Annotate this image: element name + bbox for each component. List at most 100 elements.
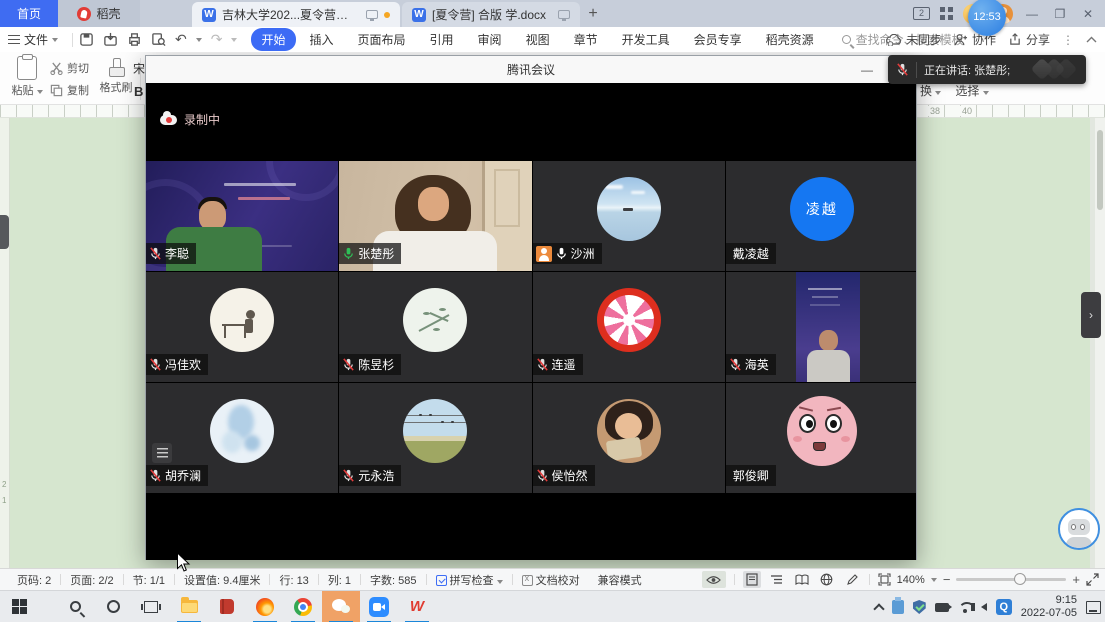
more-menu-icon[interactable]: ⋮ (1062, 33, 1074, 47)
meeting-title-bar[interactable]: 腾讯会议 — □ (146, 56, 916, 83)
security-shield-tray-icon[interactable] (913, 600, 926, 614)
status-item[interactable]: 列: 1 (319, 572, 360, 588)
volume-tray-icon[interactable] (981, 603, 987, 611)
participant-tile-连遥[interactable]: 连遥 (533, 272, 725, 382)
chrome-button[interactable] (284, 591, 322, 622)
zoom-slider[interactable] (956, 578, 1066, 581)
zoom-in-button[interactable]: + (1072, 572, 1080, 587)
zoom-slider-thumb[interactable] (1014, 573, 1026, 585)
pen-view-button[interactable] (843, 571, 861, 588)
ribbon-tab-开始[interactable]: 开始 (251, 28, 295, 51)
ribbon-tab-审阅[interactable]: 审阅 (468, 28, 512, 51)
file-explorer-button[interactable] (170, 591, 208, 622)
print-icon[interactable] (127, 32, 142, 47)
ribbon-tab-开发工具[interactable]: 开发工具 (612, 28, 680, 51)
select-button[interactable]: 选择 (955, 82, 988, 99)
tray-expand-button[interactable] (875, 602, 883, 613)
wps-button[interactable]: W (398, 591, 436, 622)
ribbon-tab-页面布局[interactable]: 页面布局 (348, 28, 416, 51)
firefox-button[interactable] (246, 591, 284, 622)
ribbon-tab-稻壳资源[interactable]: 稻壳资源 (756, 28, 824, 51)
participant-tile-元永浩[interactable]: 元永浩 (339, 383, 531, 493)
taskbar-search-button[interactable] (56, 591, 94, 622)
convert-button[interactable]: 换 (920, 82, 941, 99)
zoom-out-button[interactable]: − (943, 572, 951, 587)
camera-tray-icon[interactable] (935, 603, 949, 612)
start-button[interactable] (0, 591, 38, 622)
ribbon-tab-章节[interactable]: 章节 (564, 28, 608, 51)
collapse-ribbon-icon[interactable] (1086, 36, 1097, 43)
zoom-caret-icon[interactable] (931, 578, 937, 582)
paste-button[interactable]: 粘贴 (10, 56, 44, 98)
ribbon-tab-视图[interactable]: 视图 (516, 28, 560, 51)
tencent-meeting-button[interactable] (360, 591, 398, 622)
tab-list-icon[interactable]: 2 (913, 7, 930, 20)
fit-page-icon[interactable] (878, 573, 891, 586)
left-panel-flyout[interactable] (0, 215, 9, 249)
participant-tile-海英[interactable]: 海英 (726, 272, 916, 382)
status-item[interactable]: 页码: 2 (8, 572, 60, 588)
restore-button[interactable]: ❐ (1051, 7, 1069, 21)
participant-tile-郭俊卿[interactable]: 郭俊卿 (726, 383, 916, 493)
ribbon-tab-引用[interactable]: 引用 (420, 28, 464, 51)
usb-tray-icon[interactable] (892, 600, 904, 614)
zoom-value[interactable]: 140% (897, 574, 925, 586)
book-view-button[interactable] (793, 571, 811, 588)
cortana-button[interactable] (94, 591, 132, 622)
new-tab-button[interactable]: + (580, 0, 606, 27)
participant-tile-沙洲[interactable]: 沙洲 (533, 161, 725, 271)
participant-tile-戴凌越[interactable]: 凌越戴凌越 (726, 161, 916, 271)
participant-tile-胡乔澜[interactable]: 胡乔澜 (146, 383, 338, 493)
eye-protection-toggle[interactable] (702, 571, 726, 588)
participant-tile-陈昱杉[interactable]: 陈昱杉 (339, 272, 531, 382)
participant-tile-冯佳欢[interactable]: 冯佳欢 (146, 272, 338, 382)
list-icon[interactable] (152, 443, 172, 463)
wechat-button-active[interactable] (322, 591, 360, 622)
document-tab[interactable]: W [夏令营] 合版 学.docx (402, 2, 580, 27)
ribbon-tab-会员专享[interactable]: 会员专享 (684, 28, 752, 51)
share-button[interactable]: 分享 (1008, 31, 1050, 48)
undo-icon[interactable]: ↶ (175, 31, 187, 48)
dooke-tab[interactable]: 稻壳 (58, 0, 140, 27)
status-item[interactable]: 页面: 2/2 (61, 572, 122, 588)
meeting-sidebar-flyout[interactable]: › (1081, 292, 1101, 338)
participant-tile-侯怡然[interactable]: 侯怡然 (533, 383, 725, 493)
outline-view-button[interactable] (768, 571, 786, 588)
meeting-minimize-button[interactable]: — (854, 56, 880, 83)
undo-caret-icon[interactable] (196, 38, 202, 42)
save-icon[interactable] (79, 32, 94, 47)
wps-assistant-robot-icon[interactable] (1058, 508, 1100, 550)
status-item[interactable]: 字数: 585 (361, 572, 425, 588)
proofread-button[interactable]: 文档校对 (513, 572, 589, 588)
document-tab-active[interactable]: W 吉林大学202...夏令营录取名单 (192, 2, 400, 27)
web-view-button[interactable] (818, 571, 836, 588)
fullscreen-icon[interactable] (1086, 573, 1099, 586)
task-view-button[interactable] (132, 591, 170, 622)
taskbar-clock[interactable]: 9:15 2022-07-05 (1021, 594, 1077, 620)
print-preview-icon[interactable] (151, 32, 166, 47)
export-icon[interactable] (103, 32, 118, 47)
apps-grid-icon[interactable] (940, 7, 953, 20)
redo-icon[interactable]: ↷ (211, 31, 223, 48)
wifi-tray-icon[interactable] (958, 602, 972, 613)
sync-status-button[interactable]: 未同步 (886, 31, 942, 48)
cut-button[interactable]: 剪切 (50, 60, 89, 76)
status-item[interactable]: 节: 1/1 (124, 572, 174, 588)
more-quick-icon[interactable] (231, 38, 237, 42)
participant-tile-张楚彤[interactable]: 张楚彤 (339, 161, 531, 271)
close-button[interactable]: ✕ (1079, 7, 1097, 21)
home-tab[interactable]: 首页 (0, 0, 58, 27)
ribbon-tab-插入[interactable]: 插入 (300, 28, 344, 51)
copy-button[interactable]: 复制 (50, 82, 89, 98)
participant-tile-李聪[interactable]: 李聪 (146, 161, 338, 271)
dictionary-app-button[interactable] (208, 591, 246, 622)
q-app-tray-icon[interactable]: Q (996, 599, 1012, 615)
document-scrollbar[interactable] (1095, 118, 1105, 568)
minimize-button[interactable]: — (1023, 7, 1041, 21)
status-item[interactable]: 行: 13 (270, 572, 317, 588)
page-view-button[interactable] (743, 571, 761, 588)
action-center-button[interactable] (1086, 601, 1101, 614)
status-item[interactable]: 设置值: 9.4厘米 (175, 572, 269, 588)
file-menu[interactable]: 文件 (0, 31, 66, 48)
spellcheck-toggle[interactable]: 拼写检查 (427, 572, 512, 588)
